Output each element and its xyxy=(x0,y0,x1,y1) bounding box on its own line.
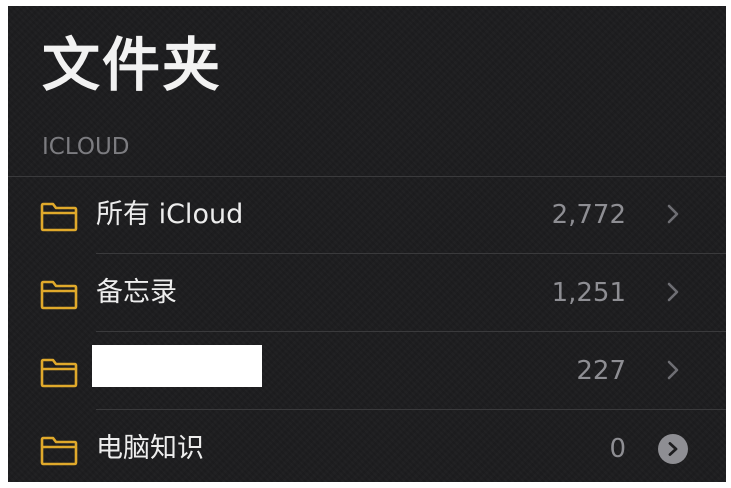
folder-name: 所有 iCloud xyxy=(96,199,244,230)
chevron-right-icon xyxy=(667,282,679,302)
folder-icon xyxy=(40,202,78,232)
folder-row-notes[interactable]: 备忘录 1,251 xyxy=(8,254,726,332)
folder-name: 备忘录 xyxy=(96,277,177,308)
notes-folders-screen: 文件夹 ICLOUD 所有 iCloud 2,772 备忘录 1,251 227… xyxy=(8,6,726,482)
folder-count: 0 xyxy=(609,434,626,464)
disclosure-chevron-icon[interactable] xyxy=(658,434,688,464)
section-header-icloud: ICLOUD xyxy=(42,134,130,160)
folder-row-redacted[interactable]: 227 xyxy=(8,332,726,410)
folder-count: 2,772 xyxy=(551,200,626,230)
folder-name: 电脑知识 xyxy=(96,433,204,464)
page-title: 文件夹 xyxy=(42,31,223,99)
folder-count: 1,251 xyxy=(551,278,626,308)
redacted-folder-name xyxy=(92,345,262,387)
folder-icon xyxy=(40,280,78,310)
folder-list: 所有 iCloud 2,772 备忘录 1,251 227 电脑知识 0 xyxy=(8,176,726,482)
folder-count: 227 xyxy=(576,356,626,386)
folder-icon xyxy=(40,358,78,388)
folder-icon xyxy=(40,436,78,466)
folder-row-all-icloud[interactable]: 所有 iCloud 2,772 xyxy=(8,176,726,254)
folder-row-computer-knowledge[interactable]: 电脑知识 0 xyxy=(8,410,726,482)
chevron-right-icon xyxy=(667,360,679,380)
chevron-right-icon xyxy=(667,204,679,224)
